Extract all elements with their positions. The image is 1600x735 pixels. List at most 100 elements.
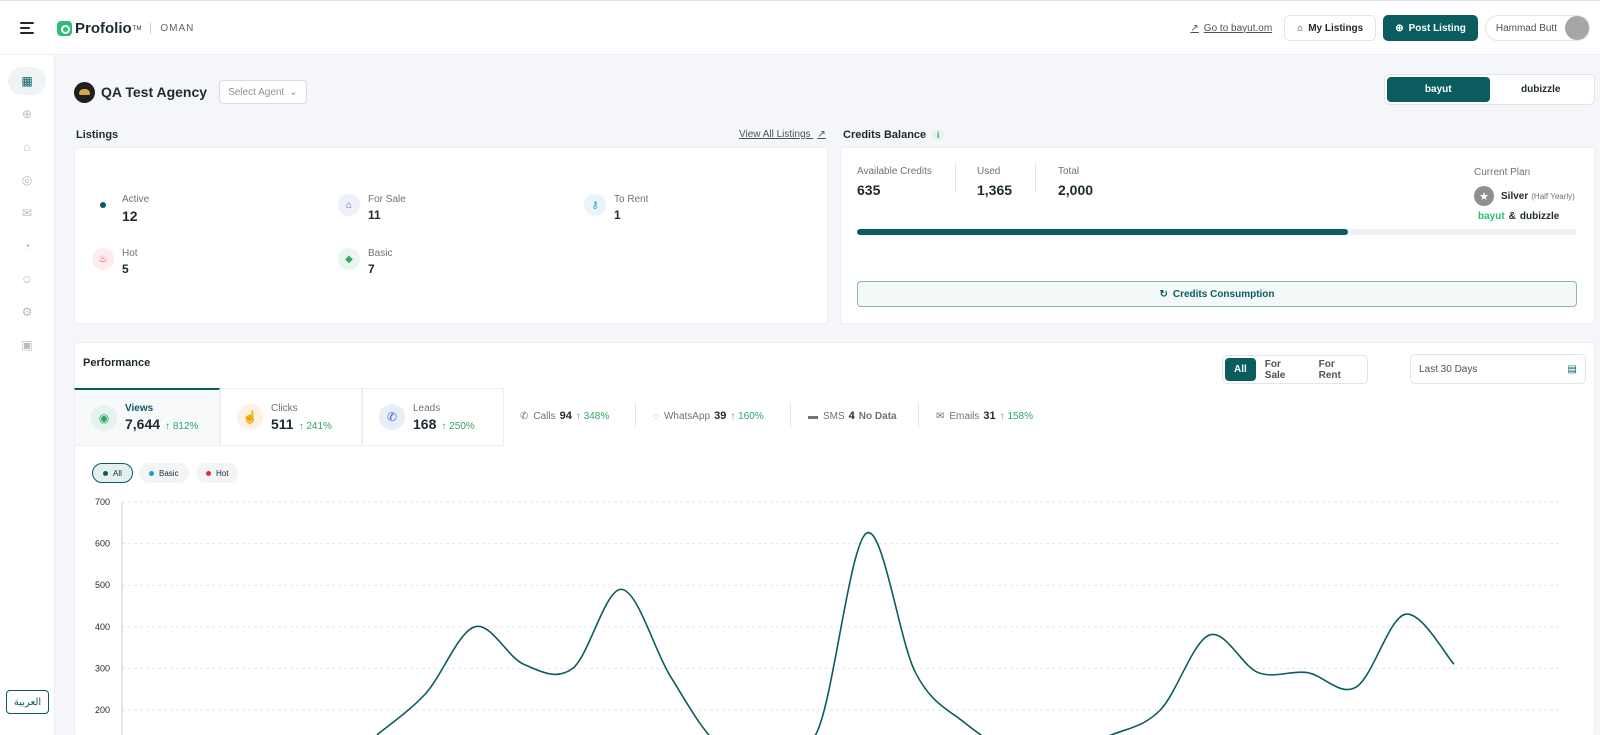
language-toggle-button[interactable]: العربية [6,690,49,714]
mini-value: 31 [983,410,996,422]
tab-views[interactable]: ◉ Views 7,644 ↑ 812% [74,388,220,446]
chevron-down-icon: ⌄ [289,86,298,98]
home-icon: ⌂ [1297,22,1304,34]
tab-clicks[interactable]: ☝ Clicks 511 ↑ 241% [220,388,362,446]
credit-value: 2,000 [1058,182,1094,198]
stat-value: 12 [122,208,138,224]
performance-title: Performance [83,357,151,369]
flame-icon: ♨ [92,248,114,270]
change-value: 241% [306,420,332,432]
info-icon[interactable]: i [932,129,945,141]
goto-bayut-link[interactable]: ↗ Go to bayut.om [1190,23,1272,34]
ampersand: & [1508,211,1516,222]
menu-icon[interactable] [20,22,34,34]
y-tick-label: 200 [95,705,110,715]
post-listing-button[interactable]: ⊕ Post Listing [1383,15,1478,41]
top-bar: Profolio TM OMAN ↗ Go to bayut.om ⌂ My L… [0,0,1600,55]
credits-consumption-button[interactable]: ↻ Credits Consumption [857,281,1577,307]
calendar-icon: ▤ [1567,363,1577,375]
phone-icon: ✆ [520,410,529,422]
goto-bayut-label: Go to bayut.om [1203,22,1273,34]
credits-consumption-label: Credits Consumption [1172,288,1275,300]
metric-label: Views [125,403,154,414]
profolio-logo-icon [57,21,72,36]
filter-chip-hot[interactable]: Hot [196,463,239,483]
country-label: OMAN [150,23,194,34]
filter-chip-basic[interactable]: Basic [139,463,189,483]
stat-basic[interactable]: ◆ Basic 7 [338,248,392,276]
sms-metric: ▬ SMS 4 No Data [808,410,897,422]
mini-change: ↑ 158% [999,410,1034,422]
dashboard-icon[interactable]: ▦ [8,67,46,95]
segment-for-sale[interactable]: For Sale [1256,358,1310,381]
credits-title-label: Credits Balance [843,129,927,141]
current-plan-label: Current Plan [1474,167,1531,178]
divider [1035,163,1036,193]
chip-label: Hot [216,468,229,478]
date-range-select[interactable]: Last 30 Days ▤ [1410,354,1586,384]
stat-for-sale[interactable]: ⌂ For Sale 11 [338,194,406,222]
stat-value: 1 [614,208,621,222]
view-all-label: View All Listings [739,129,811,140]
credit-label: Total [1058,166,1080,177]
metric-label: Clicks [271,402,298,414]
view-all-listings-link[interactable]: View All Listings ↗ [739,129,826,140]
stat-active[interactable]: Active 12 [92,194,149,224]
segment-for-rent[interactable]: For Rent [1310,358,1365,381]
credits-title: Credits Balance i [843,129,945,141]
users-icon[interactable]: ☺ [8,265,46,293]
app-logo[interactable]: Profolio TM OMAN [57,20,194,37]
lock-icon[interactable]: ▣ [8,331,46,359]
select-agent-dropdown[interactable]: Select Agent ⌄ [219,80,307,104]
trademark: TM [132,25,142,32]
key-icon: ⚷ [584,194,606,216]
star-icon: ★ [1474,186,1494,206]
listings-title: Listings [76,129,119,141]
divider [918,402,919,428]
mail-icon[interactable]: ✉ [8,199,46,227]
bayut-logo: bayut [1478,211,1505,222]
filter-chip-all[interactable]: All [92,463,133,483]
whatsapp-metric: ◌ WhatsApp 39 ↑ 160% [653,410,764,422]
segment-all[interactable]: All [1225,358,1256,381]
credits-progress-bar [857,229,1577,235]
y-tick-label: 500 [95,580,110,590]
change-value: 812% [172,421,199,432]
brand-switch: bayut dubizzle [1384,74,1595,105]
metric-change: ↑ 241% [298,420,332,432]
stat-to-rent[interactable]: ⚷ To Rent 1 [584,194,648,222]
credit-value: 635 [857,182,881,198]
change-value: 250% [449,420,475,432]
divider [635,402,636,428]
leads-icon[interactable]: ◎ [8,166,46,194]
my-listings-button[interactable]: ⌂ My Listings [1284,15,1377,41]
mini-value: 94 [559,410,572,422]
credit-label: Used [977,166,1001,177]
views-line-chart: 700 600 500 400 300 200 [95,497,1562,735]
credit-label: Available Credits [857,166,932,177]
reports-icon[interactable]: ◔ [8,232,46,260]
y-tick-label: 300 [95,663,110,673]
stat-label: Active [122,194,150,205]
user-menu[interactable]: Hammad Butt [1484,15,1590,41]
tab-leads[interactable]: ✆ Leads 168 ↑ 250% [362,388,504,446]
avatar [1565,16,1589,40]
brand-name: Profolio [75,20,132,37]
agency-logo [74,81,95,103]
metric-change: ↑ 250% [441,420,475,432]
listings-card: Active 12 ⌂ For Sale 11 ⚷ To Rent 1 ♨ Hot 5 … [74,147,828,324]
sidebar: ▦ ⊕ ⌂ ◎ ✉ ◔ ☺ ⚙ ▣ [0,55,55,735]
brand-option-bayut[interactable]: bayut [1387,77,1490,102]
mini-change: ↑ 348% [575,410,610,422]
stat-hot[interactable]: ♨ Hot 5 [92,248,138,276]
house-icon: ⌂ [338,194,360,216]
add-listing-icon[interactable]: ⊕ [8,100,46,128]
credits-progress-fill [857,229,1349,235]
home-icon[interactable]: ⌂ [8,133,46,161]
brand-option-dubizzle[interactable]: dubizzle [1490,77,1593,102]
settings-icon[interactable]: ⚙ [8,298,46,326]
stat-label: For Sale [368,194,406,205]
whatsapp-icon: ◌ [653,410,659,422]
plan-brands: bayut & dubizzle [1478,211,1559,222]
y-tick-label: 600 [95,539,110,549]
